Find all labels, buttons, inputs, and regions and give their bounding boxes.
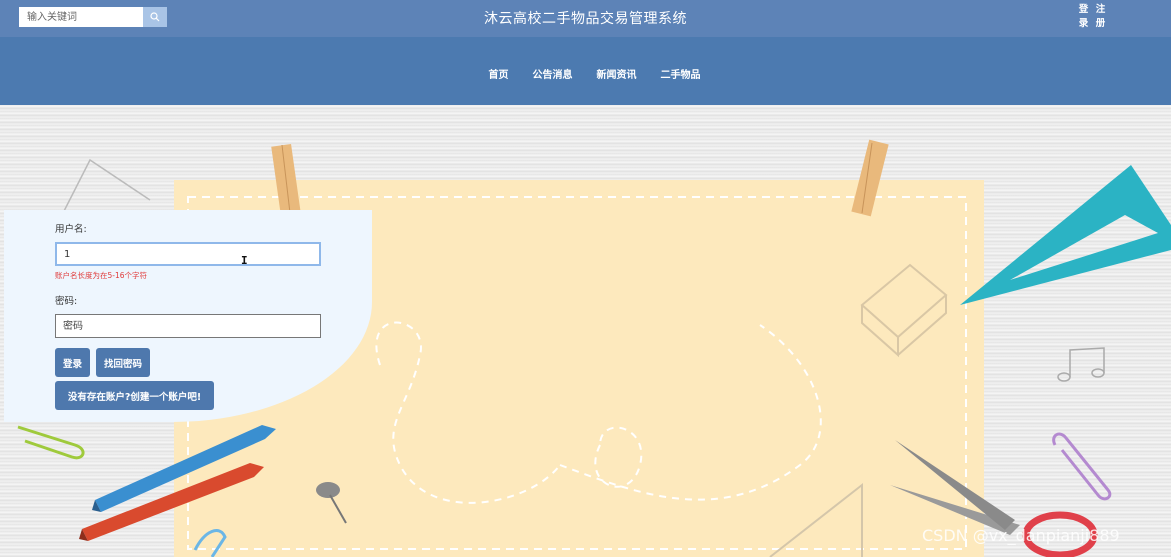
main-nav: 首页 公告消息 新闻资讯 二手物品 bbox=[0, 66, 1171, 81]
forgot-password-button[interactable]: 找回密码 bbox=[96, 348, 150, 377]
register-link[interactable]: 注册 bbox=[1094, 3, 1107, 31]
nav-secondhand-items[interactable]: 二手物品 bbox=[661, 66, 701, 81]
triangle-ruler bbox=[960, 165, 1171, 305]
nav-announcements[interactable]: 公告消息 bbox=[533, 66, 573, 81]
password-label: 密码: bbox=[55, 296, 78, 307]
username-label: 用户名: bbox=[55, 224, 87, 235]
nav-news[interactable]: 新闻资讯 bbox=[597, 66, 637, 81]
main-nav-bar: 首页 公告消息 新闻资讯 二手物品 bbox=[0, 37, 1171, 105]
paperclip-green bbox=[17, 425, 85, 460]
create-account-button[interactable]: 没有存在账户?创建一个账户吧! bbox=[55, 381, 214, 410]
top-header-bar: 沐云高校二手物品交易管理系统 登录 注册 bbox=[0, 0, 1171, 37]
login-button[interactable]: 登录 bbox=[55, 348, 90, 377]
ruler-sketch bbox=[61, 158, 151, 216]
site-title: 沐云高校二手物品交易管理系统 bbox=[484, 11, 687, 27]
register-link-label: 注册 bbox=[1095, 4, 1106, 29]
username-input[interactable] bbox=[55, 242, 321, 266]
login-link[interactable]: 登录 bbox=[1077, 3, 1090, 31]
login-link-label: 登录 bbox=[1078, 4, 1089, 29]
password-input[interactable] bbox=[55, 314, 321, 338]
paperclip-purple bbox=[1052, 432, 1112, 501]
text-cursor-icon: I bbox=[241, 254, 248, 267]
watermark: CSDN @vx_danpianji889 bbox=[922, 526, 1120, 545]
music-note-sketch bbox=[1057, 347, 1105, 382]
username-error-message: 账户名长度为在5-16个字符 bbox=[55, 271, 148, 280]
nav-home[interactable]: 首页 bbox=[489, 66, 509, 81]
